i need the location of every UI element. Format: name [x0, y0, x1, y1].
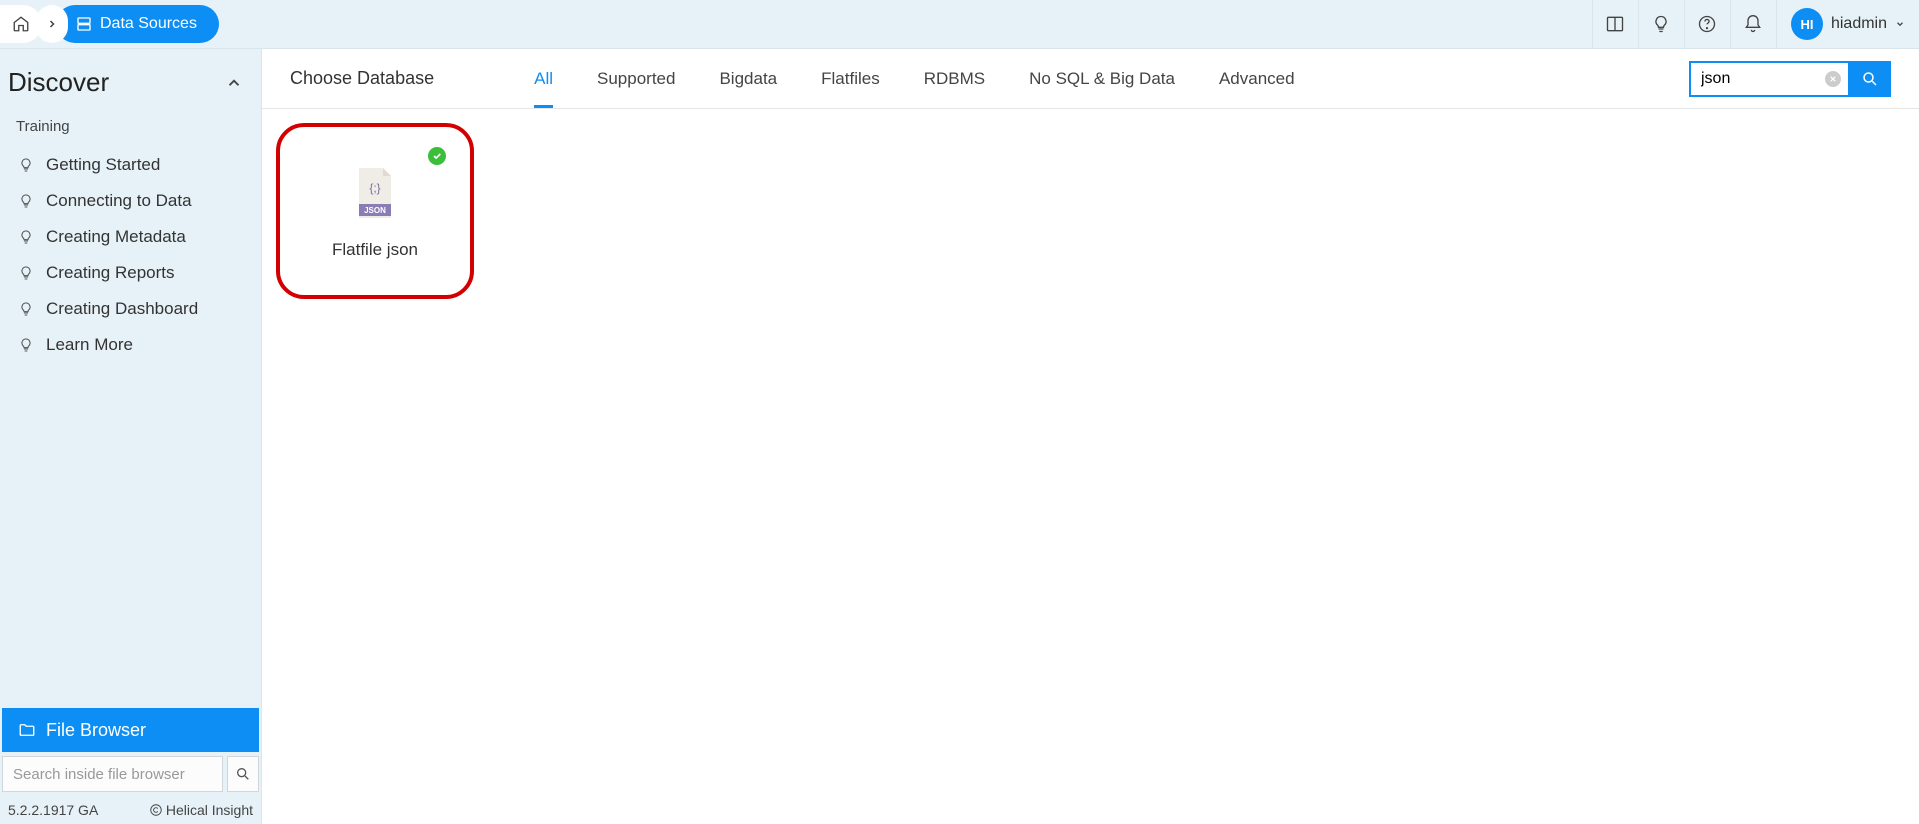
content-area: Choose Database All Supported Bigdata Flatf… [262, 49, 1919, 824]
tab-filter[interactable]: All [534, 51, 553, 107]
sidebar-item-training[interactable]: Creating Reports [8, 255, 253, 291]
tab-filter[interactable]: Advanced [1219, 51, 1295, 107]
svg-text:{;}: {;} [369, 181, 380, 195]
sidebar-item-training[interactable]: Getting Started [8, 147, 253, 183]
svg-text:JSON: JSON [364, 206, 386, 215]
sidebar: Discover Training Getting Started Connect… [0, 49, 262, 824]
clear-search-button[interactable] [1825, 71, 1841, 87]
lightbulb-icon [18, 193, 34, 209]
sidebar-item-label: Creating Dashboard [46, 299, 198, 319]
avatar: HI [1791, 8, 1823, 40]
help-icon [1697, 14, 1717, 34]
search-icon [235, 766, 251, 782]
choose-database-label: Choose Database [290, 68, 434, 89]
lightbulb-icon [18, 337, 34, 353]
tab-filter[interactable]: RDBMS [924, 51, 985, 107]
sidebar-item-training[interactable]: Creating Metadata [8, 219, 253, 255]
sidebar-search-button[interactable] [227, 756, 259, 792]
folder-icon [18, 721, 36, 739]
file-browser-label: File Browser [46, 720, 146, 741]
panel-icon [1605, 14, 1625, 34]
datasource-card[interactable]: {;} JSON Flatfile json [276, 123, 474, 299]
sidebar-item-training[interactable]: Connecting to Data [8, 183, 253, 219]
tab-filter[interactable]: Flatfiles [821, 51, 880, 107]
lightbulb-icon [18, 301, 34, 317]
datasource-icon [76, 16, 92, 32]
sidebar-item-label: Getting Started [46, 155, 160, 175]
lightbulb-icon [18, 157, 34, 173]
bell-icon [1743, 14, 1763, 34]
file-browser-button[interactable]: File Browser [2, 708, 259, 752]
breadcrumb-label: Data Sources [100, 15, 197, 33]
sidebar-item-label: Learn More [46, 335, 133, 355]
user-menu-button[interactable]: HI hiadmin [1776, 0, 1919, 48]
lightbulb-icon [18, 229, 34, 245]
breadcrumb-next-button[interactable] [36, 5, 68, 43]
copyright-icon [149, 803, 163, 817]
database-search-button[interactable] [1849, 61, 1891, 97]
company-label: Helical Insight [149, 802, 253, 818]
lightbulb-icon [18, 265, 34, 281]
home-icon [12, 15, 30, 33]
panel-toggle-button[interactable] [1592, 0, 1638, 48]
chevron-right-icon [46, 18, 58, 30]
breadcrumb-data-sources[interactable]: Data Sources [56, 5, 219, 43]
sidebar-item-label: Connecting to Data [46, 191, 192, 211]
sidebar-item-label: Creating Metadata [46, 227, 186, 247]
json-file-icon: {;} JSON [355, 168, 395, 218]
training-section-label: Training [0, 110, 261, 147]
tab-filter[interactable]: Supported [597, 51, 675, 107]
search-icon [1861, 70, 1879, 88]
chevron-down-icon [1895, 19, 1905, 29]
notifications-button[interactable] [1730, 0, 1776, 48]
check-icon [432, 151, 442, 161]
tab-filter[interactable]: Bigdata [719, 51, 777, 107]
hint-button[interactable] [1638, 0, 1684, 48]
sidebar-item-training[interactable]: Learn More [8, 327, 253, 363]
version-label: 5.2.2.1917 GA [8, 802, 98, 818]
user-name: hiadmin [1831, 15, 1887, 33]
sidebar-search-input[interactable] [2, 756, 223, 792]
help-button[interactable] [1684, 0, 1730, 48]
tab-filter[interactable]: No SQL & Big Data [1029, 51, 1175, 107]
card-label: Flatfile json [332, 240, 418, 260]
discover-title: Discover [8, 67, 109, 98]
verified-badge [428, 147, 446, 165]
close-icon [1829, 75, 1837, 83]
chevron-up-icon [225, 74, 243, 92]
discover-collapse-button[interactable] [225, 74, 243, 92]
sidebar-item-label: Creating Reports [46, 263, 175, 283]
lightbulb-icon [1651, 14, 1671, 34]
sidebar-item-training[interactable]: Creating Dashboard [8, 291, 253, 327]
